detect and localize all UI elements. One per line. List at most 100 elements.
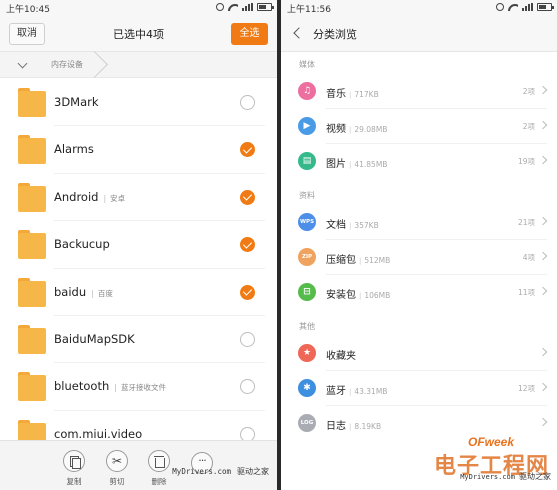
category-list: 媒体 ♫ 音乐 | 717KB 2项 ▶ 视频 | 29.08MB 2项 ▤ 图片 | 41.85MB 19项… [281,52,557,441]
category-size: 717KB [354,90,379,99]
copy-label: 复制 [66,477,82,486]
category-row[interactable]: ★ 收藏夹 [281,336,557,371]
alarm-icon [216,3,224,11]
folder-description: 蓝牙接收文件 [120,383,166,393]
folder-row[interactable]: Backucup [0,221,277,269]
folder-row[interactable]: Alarms [0,126,277,175]
chevron-right-icon [538,155,548,165]
category-row[interactable]: ⊟ 安装包 | 106MB 11项 [281,275,557,310]
chevron-down-icon[interactable] [17,58,28,69]
watermark: MyDrivers.com 驱动之家 [460,472,551,481]
category-size: 29.08MB [354,125,388,134]
category-row[interactable]: ▤ 图片 | 41.85MB 19项 [281,144,557,179]
status-bar: 上午10:45 [0,0,277,16]
folder-description: 安卓 [110,193,126,203]
trash-icon [148,450,170,472]
section-header: 媒体 [299,60,315,69]
category-row[interactable]: WPS 文档 | 357KB 21项 [281,205,557,240]
category-row[interactable]: ZIP 压缩包 | 512MB 4项 [281,240,557,275]
favorites-icon: ★ [298,344,316,362]
cancel-button[interactable]: 取消 [9,23,45,45]
folder-row[interactable]: 3DMark [0,79,277,127]
watermark: MyDrivers.com 驱动之家 [172,467,269,476]
section-header: 资料 [299,191,315,200]
checked-checkbox[interactable] [240,189,255,205]
category-name: 蓝牙 [326,386,346,397]
breadcrumb: 内存设备 [0,52,277,78]
category-name: 视频 [326,124,346,135]
folder-row[interactable]: bluetooth | 蓝牙接收文件 [0,363,277,412]
chevron-right-icon [538,382,548,392]
status-bar: 上午11:56 [281,0,557,16]
category-name: 日志 [326,421,346,432]
unchecked-checkbox[interactable] [240,95,255,110]
checked-checkbox[interactable] [240,284,255,300]
category-count: 4项 [522,253,535,262]
wifi-icon [228,3,238,11]
apk-icon: ⊟ [298,283,316,301]
unchecked-checkbox[interactable] [240,331,255,347]
folder-icon [18,182,46,212]
chevron-right-icon [538,85,548,95]
category-row[interactable]: ♫ 音乐 | 717KB 2项 [281,74,557,109]
chevron-right-icon [538,216,548,226]
folder-name: 3DMark [54,95,99,109]
folder-icon [18,230,46,260]
category-count: 19项 [517,157,535,166]
category-size: 357KB [354,221,379,230]
category-row[interactable]: ▶ 视频 | 29.08MB 2项 [281,109,557,144]
category-header: 分类浏览 [281,16,557,52]
category-name: 图片 [326,159,346,170]
checked-checkbox[interactable] [240,142,255,158]
copy-button[interactable]: 复制 [54,450,94,487]
folder-row[interactable]: BaiduMapSDK [0,316,277,364]
folder-list: 3DMark Alarms Android | 安卓 Backucup baidu | 百度 Ba… [0,79,277,459]
category-row[interactable]: ✱ 蓝牙 | 43.31MB 12项 [281,371,557,406]
folder-name: com.miui.video [54,426,143,441]
folder-name: BaiduMapSDK [54,331,135,346]
folder-icon [18,88,46,117]
status-time: 上午10:45 [6,5,50,15]
archive-icon: ZIP [298,248,316,266]
category-count: 11项 [517,288,535,297]
folder-name: Android [54,189,99,204]
alarm-icon [496,3,504,11]
breadcrumb-internal-storage[interactable]: 内存设备 [38,52,104,78]
category-count: 12项 [517,384,535,393]
file-select-screen: 上午10:45 取消 已选中4项 全选 内存设备 3DMark Alarms And… [0,0,277,490]
category-size: 106MB [364,291,391,300]
category-count: 21项 [517,218,535,227]
cut-button[interactable]: ✂ 剪切 [97,450,137,487]
bluetooth-icon: ✱ [298,379,316,397]
folder-icon [18,277,46,307]
category-size: 512MB [364,256,391,265]
unchecked-checkbox[interactable] [240,379,255,395]
chevron-right-icon [538,417,548,427]
select-all-button[interactable]: 全选 [231,23,268,45]
folder-name: Alarms [54,142,94,157]
document-icon: WPS [298,213,316,231]
category-name: 安装包 [326,290,356,301]
chevron-right-icon [538,286,548,296]
scissors-icon: ✂ [106,450,128,472]
copy-icon [63,450,85,472]
music-icon: ♫ [298,82,316,100]
category-count: 2项 [522,122,535,131]
delete-label: 删除 [151,477,167,486]
signal-icon [242,3,253,11]
chevron-right-icon [538,120,548,130]
image-icon: ▤ [298,152,316,170]
category-count: 2项 [522,87,535,96]
folder-row[interactable]: baidu | 百度 [0,269,277,317]
checked-checkbox[interactable] [240,237,255,253]
category-size: 43.31MB [354,387,388,396]
category-size: 8.19KB [354,422,382,431]
folder-name: bluetooth [54,379,110,394]
back-arrow-icon[interactable] [293,27,305,39]
chevron-right-icon [538,347,548,357]
video-icon: ▶ [298,117,316,135]
page-title: 分类浏览 [313,28,357,41]
folder-name: baidu [54,284,87,299]
folder-row[interactable]: Android | 安卓 [0,174,277,222]
signal-icon [522,3,533,11]
